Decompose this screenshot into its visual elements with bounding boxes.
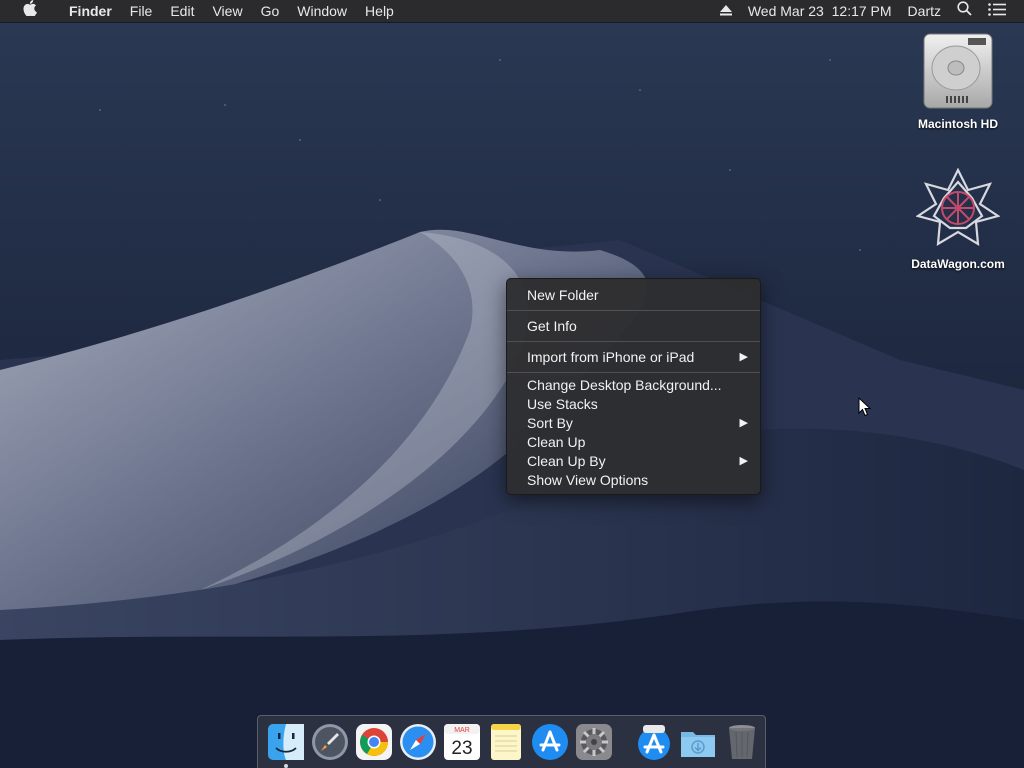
dock-finder[interactable]	[267, 723, 305, 768]
dock-app-store[interactable]	[531, 723, 569, 761]
menu-item-label: Show View Options	[527, 472, 649, 488]
menu-item-label: New Folder	[527, 287, 599, 303]
menu-separator	[507, 372, 760, 373]
menu-item-import-from-iphone[interactable]: Import from iPhone or iPad ▶	[507, 345, 760, 369]
svg-text:MAR: MAR	[454, 727, 470, 734]
menu-go[interactable]: Go	[252, 0, 289, 22]
hard-drive-icon	[920, 33, 996, 113]
dock-launchpad[interactable]	[311, 723, 349, 761]
eject-button[interactable]	[712, 0, 740, 22]
finder-icon	[267, 724, 305, 765]
notification-center-button[interactable]	[980, 0, 1014, 22]
app-store-icon	[531, 724, 569, 765]
menu-item-label: Change Desktop Background...	[527, 377, 722, 393]
menu-item-show-view-options[interactable]: Show View Options	[507, 471, 760, 490]
app-store-downloads-icon	[635, 725, 673, 765]
menu-clock[interactable]: Wed Mar 23 12:17 PM	[740, 0, 900, 22]
menu-separator	[507, 310, 760, 311]
menu-item-clean-up[interactable]: Clean Up	[507, 433, 760, 452]
menu-item-get-info[interactable]: Get Info	[507, 314, 760, 338]
svg-text:23: 23	[451, 738, 472, 759]
menu-item-label: Get Info	[527, 318, 577, 334]
dock-trash[interactable]	[723, 723, 761, 761]
desktop-context-menu: New Folder Get Info Import from iPhone o…	[506, 278, 761, 495]
menu-view[interactable]: View	[203, 0, 251, 22]
menu-item-use-stacks[interactable]: Use Stacks	[507, 395, 760, 414]
notification-center-icon	[988, 0, 1006, 22]
menu-app-name[interactable]: Finder	[60, 0, 121, 22]
dock-chrome[interactable]	[355, 723, 393, 761]
dock-notes[interactable]	[487, 723, 525, 761]
dock-app-store-downloads[interactable]	[635, 723, 673, 761]
submenu-arrow-icon: ▶	[739, 455, 748, 467]
submenu-arrow-icon: ▶	[739, 351, 748, 363]
menu-item-label: Sort By	[527, 415, 573, 431]
menu-user[interactable]: Dartz	[900, 0, 949, 22]
menu-item-new-folder[interactable]: New Folder	[507, 283, 760, 307]
menu-item-sort-by[interactable]: Sort By ▶	[507, 414, 760, 433]
calendar-icon: MAR 23	[443, 724, 481, 765]
submenu-arrow-icon: ▶	[739, 417, 748, 429]
menu-file[interactable]: File	[121, 0, 162, 22]
desktop-icon-label: Macintosh HD	[917, 117, 998, 131]
menu-item-clean-up-by[interactable]: Clean Up By ▶	[507, 452, 760, 471]
menu-item-change-desktop-background[interactable]: Change Desktop Background...	[507, 376, 760, 395]
search-icon	[957, 0, 972, 22]
notes-icon	[487, 724, 525, 765]
running-indicator	[284, 764, 288, 768]
dock-system-preferences[interactable]	[575, 723, 613, 761]
menu-bar: Finder File Edit View Go Window Help Wed…	[0, 0, 1024, 22]
launchpad-icon	[311, 724, 349, 765]
eject-icon	[719, 0, 732, 22]
menu-item-label: Import from iPhone or iPad	[527, 349, 695, 365]
spotlight-button[interactable]	[949, 0, 980, 22]
menu-item-label: Clean Up By	[527, 453, 606, 469]
menu-item-label: Clean Up	[527, 434, 586, 450]
dock-calendar[interactable]: MAR 23	[443, 723, 481, 761]
downloads-folder-icon	[679, 732, 717, 765]
system-preferences-icon	[575, 724, 613, 765]
desktop-icon-datawagon[interactable]: DataWagon.com	[903, 167, 1013, 271]
datawagon-icon	[915, 167, 1001, 253]
trash-icon	[723, 725, 761, 765]
apple-icon	[23, 0, 37, 22]
apple-menu-button[interactable]	[0, 0, 60, 22]
desktop-icon-label: DataWagon.com	[911, 257, 1005, 271]
menu-help[interactable]: Help	[356, 0, 403, 22]
menu-item-label: Use Stacks	[527, 396, 598, 412]
desktop-icon-macintosh-hd[interactable]: Macintosh HD	[903, 30, 1013, 131]
safari-icon	[399, 724, 437, 765]
menu-window[interactable]: Window	[288, 0, 356, 22]
menu-edit[interactable]: Edit	[161, 0, 203, 22]
chrome-icon	[355, 724, 393, 765]
dock-safari[interactable]	[399, 723, 437, 761]
menu-separator	[507, 341, 760, 342]
mouse-cursor-icon	[858, 396, 872, 422]
dock: MAR 23	[257, 715, 766, 768]
dock-downloads-folder[interactable]	[679, 723, 717, 761]
